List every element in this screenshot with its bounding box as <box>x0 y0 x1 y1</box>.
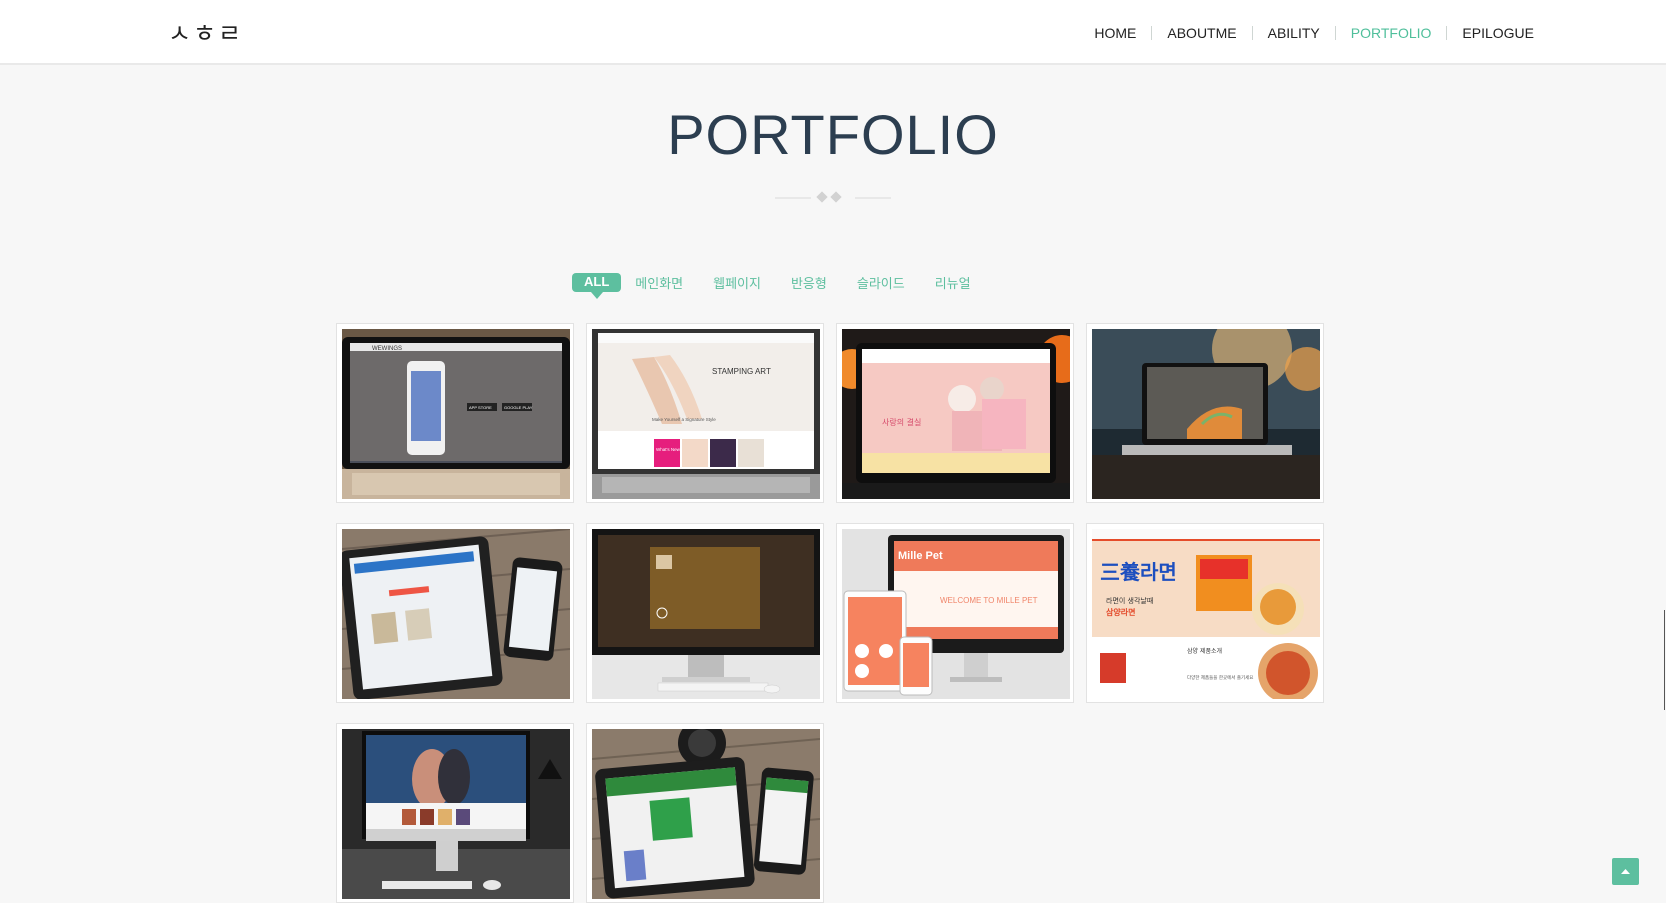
thumb-text: 다양한 제품들을 한곳에서 즐기세요 <box>1187 674 1253 681</box>
portfolio-thumbnail <box>342 729 570 899</box>
filter-all[interactable]: ALL <box>572 273 622 299</box>
portfolio-filters: ALL 메인화면 웹페이지 반응형 슬라이드 리뉴얼 <box>572 273 1001 299</box>
portfolio-thumbnail: STAMPING ART Make Yourself a Signature S… <box>592 329 820 499</box>
site-logo[interactable]: ㅅㅎㄹ <box>168 14 243 50</box>
portfolio-item-7[interactable]: Mille Pet WELCOME TO MILLE PET <box>836 523 1074 703</box>
portfolio-thumbnail <box>1092 329 1320 499</box>
thumb-text: GOOGLE PLAY <box>504 405 533 410</box>
nav-divider <box>1334 26 1336 40</box>
filter-slide[interactable]: 슬라이드 <box>857 273 905 292</box>
nav-item-epilogue[interactable]: EPILOGUE <box>1462 25 1534 41</box>
portfolio-item-2[interactable]: STAMPING ART Make Yourself a Signature S… <box>586 323 824 503</box>
filter-renewal[interactable]: 리뉴얼 <box>935 273 971 292</box>
nav-item-portfolio[interactable]: PORTFOLIO <box>1351 25 1432 41</box>
filter-main[interactable]: 메인화면 <box>635 273 683 292</box>
thumb-text: WELCOME TO MILLE PET <box>940 596 1038 605</box>
thumb-text: STAMPING ART <box>712 367 771 376</box>
diamond-divider-icon <box>775 190 891 204</box>
main-nav: HOME ABOUTME ABILITY PORTFOLIO EPILOGUE <box>1094 25 1534 41</box>
nav-item-ability[interactable]: ABILITY <box>1268 25 1320 41</box>
thumb-text: 三養라면 <box>1100 560 1177 584</box>
thumb-text: What's New <box>656 447 681 452</box>
portfolio-item-6[interactable] <box>586 523 824 703</box>
portfolio-thumbnail: 三養라면 라면이 생각날때 삼양라면 삼양 제품소개 다양한 제품들을 한곳에서… <box>1092 529 1320 699</box>
filter-responsive[interactable]: 반응형 <box>791 273 827 292</box>
thumb-text: 삼양라면 <box>1106 607 1135 617</box>
portfolio-thumbnail: Mille Pet WELCOME TO MILLE PET <box>842 529 1070 699</box>
scrollbar-edge <box>1664 610 1665 710</box>
thumb-text: Make Yourself a Signature Style <box>652 417 716 422</box>
portfolio-thumbnail: WEWINGS APP STORE GOOGLE PLAY <box>342 329 570 499</box>
thumb-text: Mille Pet <box>898 550 943 562</box>
thumb-text: APP STORE <box>469 405 492 410</box>
chevron-up-icon <box>1621 869 1630 874</box>
thumb-text: 사랑의 결실 <box>882 417 921 427</box>
portfolio-item-3[interactable]: 사랑의 결실 <box>836 323 1074 503</box>
nav-item-aboutme[interactable]: ABOUTME <box>1167 25 1236 41</box>
nav-item-home[interactable]: HOME <box>1094 25 1136 41</box>
portfolio-thumbnail <box>342 529 570 699</box>
portfolio-thumbnail: 사랑의 결실 <box>842 329 1070 499</box>
portfolio-item-4[interactable] <box>1086 323 1324 503</box>
portfolio-item-10[interactable] <box>586 723 824 903</box>
portfolio-item-8[interactable]: 三養라면 라면이 생각날때 삼양라면 삼양 제품소개 다양한 제품들을 한곳에서… <box>1086 523 1324 703</box>
filter-webpage[interactable]: 웹페이지 <box>713 273 761 292</box>
portfolio-thumbnail <box>592 729 820 899</box>
portfolio-item-5[interactable] <box>336 523 574 703</box>
section-title: PORTFOLIO <box>667 103 999 166</box>
thumb-text: 삼양 제품소개 <box>1187 647 1222 655</box>
portfolio-thumbnail <box>592 529 820 699</box>
site-header: ㅅㅎㄹ HOME ABOUTME ABILITY PORTFOLIO EPILO… <box>0 0 1666 65</box>
nav-divider <box>1446 26 1448 40</box>
nav-divider <box>1251 26 1253 40</box>
thumb-text: 라면이 생각날때 <box>1106 596 1153 605</box>
portfolio-item-1[interactable]: WEWINGS APP STORE GOOGLE PLAY <box>336 323 574 503</box>
scroll-top-button[interactable] <box>1612 858 1639 885</box>
portfolio-item-9[interactable] <box>336 723 574 903</box>
nav-divider <box>1151 26 1153 40</box>
